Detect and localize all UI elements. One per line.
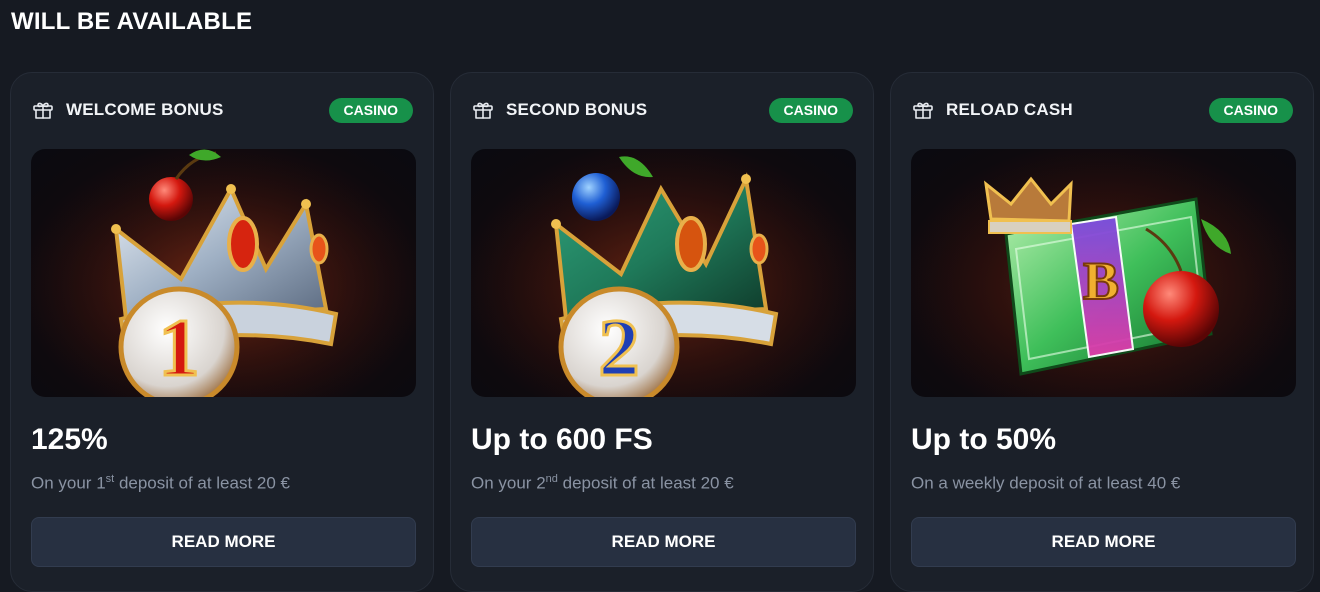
gift-icon <box>31 98 55 122</box>
bonus-amount: Up to 600 FS <box>471 423 653 456</box>
bonus-card-welcome: WELCOME BONUS CASINO 1 125% On your 1st … <box>10 72 434 592</box>
gift-icon <box>911 98 935 122</box>
bonus-card-second: SECOND BONUS CASINO 2 Up to 600 FS On yo… <box>450 72 874 592</box>
bonus-description: On a weekly deposit of at least 40 € <box>911 473 1181 493</box>
bonus-cards: WELCOME BONUS CASINO 1 125% On your 1st … <box>10 72 1314 592</box>
read-more-button[interactable]: READ MORE <box>471 517 856 567</box>
bonus-amount: Up to 50% <box>911 423 1057 456</box>
bonus-description: On your 2nd deposit of at least 20 € <box>471 473 734 493</box>
svg-text:2: 2 <box>599 302 640 393</box>
casino-badge: CASINO <box>768 97 853 123</box>
casino-badge: CASINO <box>1208 97 1293 123</box>
bonus-amount: 125% <box>31 423 108 456</box>
card-title: WELCOME BONUS <box>66 100 224 119</box>
svg-text:1: 1 <box>159 302 200 393</box>
ordinal-suffix: st <box>105 473 115 485</box>
read-more-button[interactable]: READ MORE <box>911 517 1296 567</box>
bonus-image-crown-2: 2 <box>471 149 856 397</box>
bonus-card-reload: RELOAD CASH CASINO B Up to 50% On a week… <box>890 72 1314 592</box>
gift-icon <box>471 98 495 122</box>
card-header: SECOND BONUS CASINO <box>471 97 853 123</box>
card-title: SECOND BONUS <box>506 100 648 119</box>
bonus-image-crown-1: 1 <box>31 149 416 397</box>
casino-badge: CASINO <box>328 97 413 123</box>
ordinal-suffix: nd <box>545 473 558 485</box>
bonus-image-money: B <box>911 149 1296 397</box>
page-title: WILL BE AVAILABLE <box>11 8 253 35</box>
bonus-description: On your 1st deposit of at least 20 € <box>31 473 291 493</box>
card-header: RELOAD CASH CASINO <box>911 97 1293 123</box>
svg-text:B: B <box>1083 251 1119 311</box>
card-header: WELCOME BONUS CASINO <box>31 97 413 123</box>
card-title: RELOAD CASH <box>946 100 1073 119</box>
read-more-button[interactable]: READ MORE <box>31 517 416 567</box>
